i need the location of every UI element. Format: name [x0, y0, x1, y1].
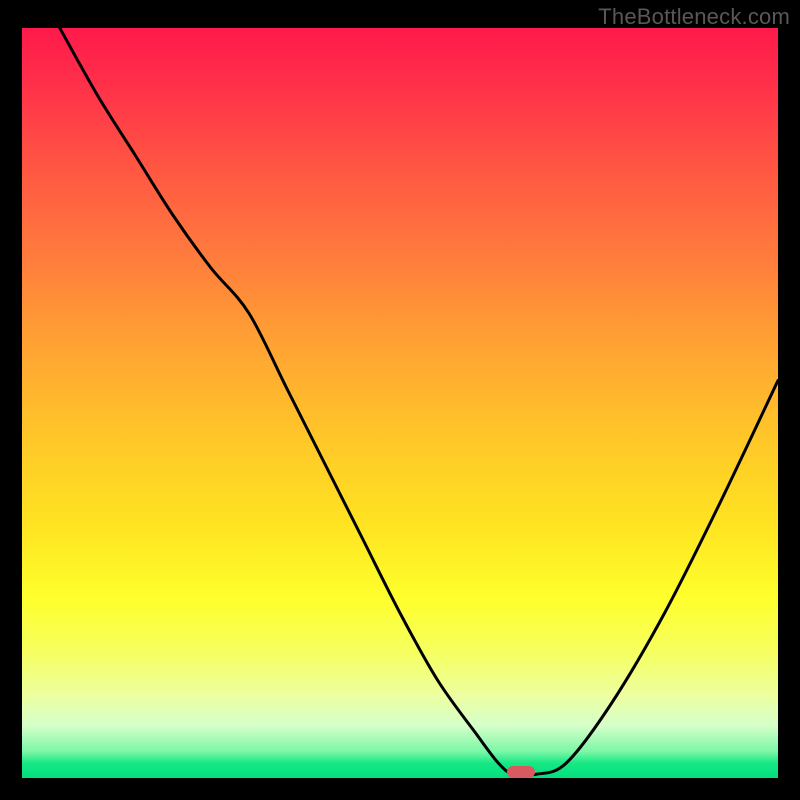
watermark-text: TheBottleneck.com	[598, 4, 790, 30]
plot-area	[22, 28, 778, 778]
bottleneck-curve	[22, 28, 778, 778]
chart-frame: TheBottleneck.com	[0, 0, 800, 800]
minimum-marker	[507, 766, 535, 778]
